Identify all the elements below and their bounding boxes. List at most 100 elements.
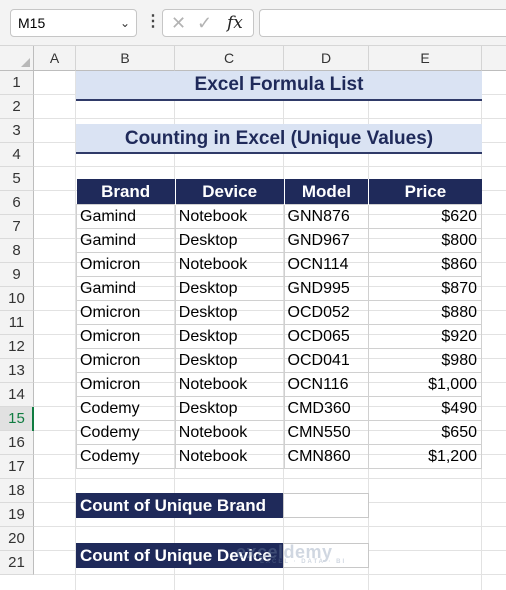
select-all-corner[interactable] — [0, 46, 34, 71]
price-cell[interactable]: $870 — [368, 276, 482, 301]
device-cell[interactable]: Notebook — [174, 204, 285, 229]
row-header-13[interactable]: 13 — [0, 359, 34, 383]
header-price[interactable]: Price — [368, 179, 482, 205]
device-cell[interactable]: Notebook — [174, 372, 285, 397]
row-header-6[interactable]: 6 — [0, 191, 34, 215]
section-title[interactable]: Counting in Excel (Unique Values) — [76, 124, 482, 154]
model-cell[interactable]: CMN550 — [283, 420, 370, 445]
device-cell[interactable]: Desktop — [174, 228, 285, 253]
device-cell[interactable]: Desktop — [174, 396, 285, 421]
count-unique-brand-cell[interactable] — [283, 493, 369, 518]
device-cell[interactable]: Notebook — [174, 420, 285, 445]
insert-function-icon[interactable]: fx — [227, 10, 243, 36]
brand-cell[interactable]: Omicron — [76, 252, 176, 277]
brand-cell[interactable]: Gamind — [76, 276, 176, 301]
model-cell[interactable]: GND967 — [283, 228, 370, 253]
row-header-8[interactable]: 8 — [0, 239, 34, 263]
brand-cell[interactable]: Gamind — [76, 204, 176, 229]
row-header-20[interactable]: 20 — [0, 527, 34, 551]
header-device[interactable]: Device — [175, 179, 285, 205]
price-cell[interactable]: $920 — [368, 324, 482, 349]
row-header-12[interactable]: 12 — [0, 335, 34, 359]
table-row: Gamind Desktop GND995 $870 — [76, 276, 482, 301]
header-brand[interactable]: Brand — [76, 179, 176, 205]
device-cell[interactable]: Desktop — [174, 276, 285, 301]
sheet-title[interactable]: Excel Formula List — [76, 71, 482, 101]
model-cell[interactable]: OCD065 — [283, 324, 370, 349]
device-cell[interactable]: Desktop — [174, 348, 285, 373]
device-cell[interactable]: Notebook — [174, 444, 285, 469]
row-header-1[interactable]: 1 — [0, 71, 34, 95]
price-cell[interactable]: $860 — [368, 252, 482, 277]
row-header-15[interactable]: 15 — [0, 407, 34, 431]
price-cell[interactable]: $800 — [368, 228, 482, 253]
column-header-a[interactable]: A — [34, 46, 76, 71]
price-cell[interactable]: $620 — [368, 204, 482, 229]
brand-cell[interactable]: Omicron — [76, 372, 176, 397]
table-row: Omicron Desktop OCD065 $920 — [76, 324, 482, 349]
price-cell[interactable]: $980 — [368, 348, 482, 373]
formula-input[interactable] — [259, 9, 506, 37]
table-row: Codemy Notebook CMN550 $650 — [76, 420, 482, 445]
formula-buttons: ✕ ✓ fx — [162, 9, 254, 37]
model-cell[interactable]: CMD360 — [283, 396, 370, 421]
device-cell[interactable]: Desktop — [174, 324, 285, 349]
header-model[interactable]: Model — [284, 179, 370, 205]
row-header-21[interactable]: 21 — [0, 551, 34, 575]
model-cell[interactable]: OCN116 — [283, 372, 370, 397]
row-header-3[interactable]: 3 — [0, 119, 34, 143]
price-cell[interactable]: $1,200 — [368, 444, 482, 469]
column-header-e[interactable]: E — [369, 46, 482, 71]
row-header-17[interactable]: 17 — [0, 455, 34, 479]
brand-cell[interactable]: Omicron — [76, 348, 176, 373]
device-cell[interactable]: Notebook — [174, 252, 285, 277]
row-header-4[interactable]: 4 — [0, 143, 34, 167]
more-options-icon[interactable]: ⋮ — [145, 12, 161, 32]
row-header-5[interactable]: 5 — [0, 167, 34, 191]
column-header-b[interactable]: B — [76, 46, 175, 71]
price-cell[interactable]: $490 — [368, 396, 482, 421]
count-unique-brand-label[interactable]: Count of Unique Brand — [76, 493, 283, 518]
price-cell[interactable]: $650 — [368, 420, 482, 445]
row-header-2[interactable]: 2 — [0, 95, 34, 119]
data-table: Brand Device Model Price Gamind Notebook G… — [76, 179, 482, 469]
row-header-16[interactable]: 16 — [0, 431, 34, 455]
brand-cell[interactable]: Codemy — [76, 444, 176, 469]
device-cell[interactable]: Desktop — [174, 300, 285, 325]
row-header-19[interactable]: 19 — [0, 503, 34, 527]
column-header-f[interactable] — [482, 46, 506, 71]
price-cell[interactable]: $1,000 — [368, 372, 482, 397]
table-row: Omicron Desktop OCD052 $880 — [76, 300, 482, 325]
model-cell[interactable]: OCN114 — [283, 252, 370, 277]
model-cell[interactable]: GNN876 — [283, 204, 370, 229]
column-header-c[interactable]: C — [175, 46, 284, 71]
model-cell[interactable]: CMN860 — [283, 444, 370, 469]
model-cell[interactable]: GND995 — [283, 276, 370, 301]
gridline — [34, 166, 506, 167]
chevron-down-icon[interactable]: ⌄ — [120, 10, 130, 36]
name-box[interactable]: M15 ⌄ — [10, 9, 137, 37]
row-header-10[interactable]: 10 — [0, 287, 34, 311]
row-header-7[interactable]: 7 — [0, 215, 34, 239]
column-header-d[interactable]: D — [284, 46, 369, 71]
row-header-9[interactable]: 9 — [0, 263, 34, 287]
model-cell[interactable]: OCD041 — [283, 348, 370, 373]
brand-cell[interactable]: Codemy — [76, 396, 176, 421]
brand-cell[interactable]: Codemy — [76, 420, 176, 445]
gridline — [34, 118, 506, 119]
brand-cell[interactable]: Omicron — [76, 300, 176, 325]
brand-cell[interactable]: Omicron — [76, 324, 176, 349]
price-cell[interactable]: $880 — [368, 300, 482, 325]
table-row: Codemy Desktop CMD360 $490 — [76, 396, 482, 421]
row-header-14[interactable]: 14 — [0, 383, 34, 407]
table-row: Codemy Notebook CMN860 $1,200 — [76, 444, 482, 469]
brand-cell[interactable]: Gamind — [76, 228, 176, 253]
table-header-row: Brand Device Model Price — [76, 179, 482, 205]
gridline — [34, 478, 506, 479]
row-header-18[interactable]: 18 — [0, 479, 34, 503]
name-box-value: M15 — [18, 15, 46, 31]
model-cell[interactable]: OCD052 — [283, 300, 370, 325]
confirm-icon[interactable]: ✓ — [197, 10, 212, 36]
row-header-11[interactable]: 11 — [0, 311, 34, 335]
cancel-icon[interactable]: ✕ — [171, 10, 186, 36]
